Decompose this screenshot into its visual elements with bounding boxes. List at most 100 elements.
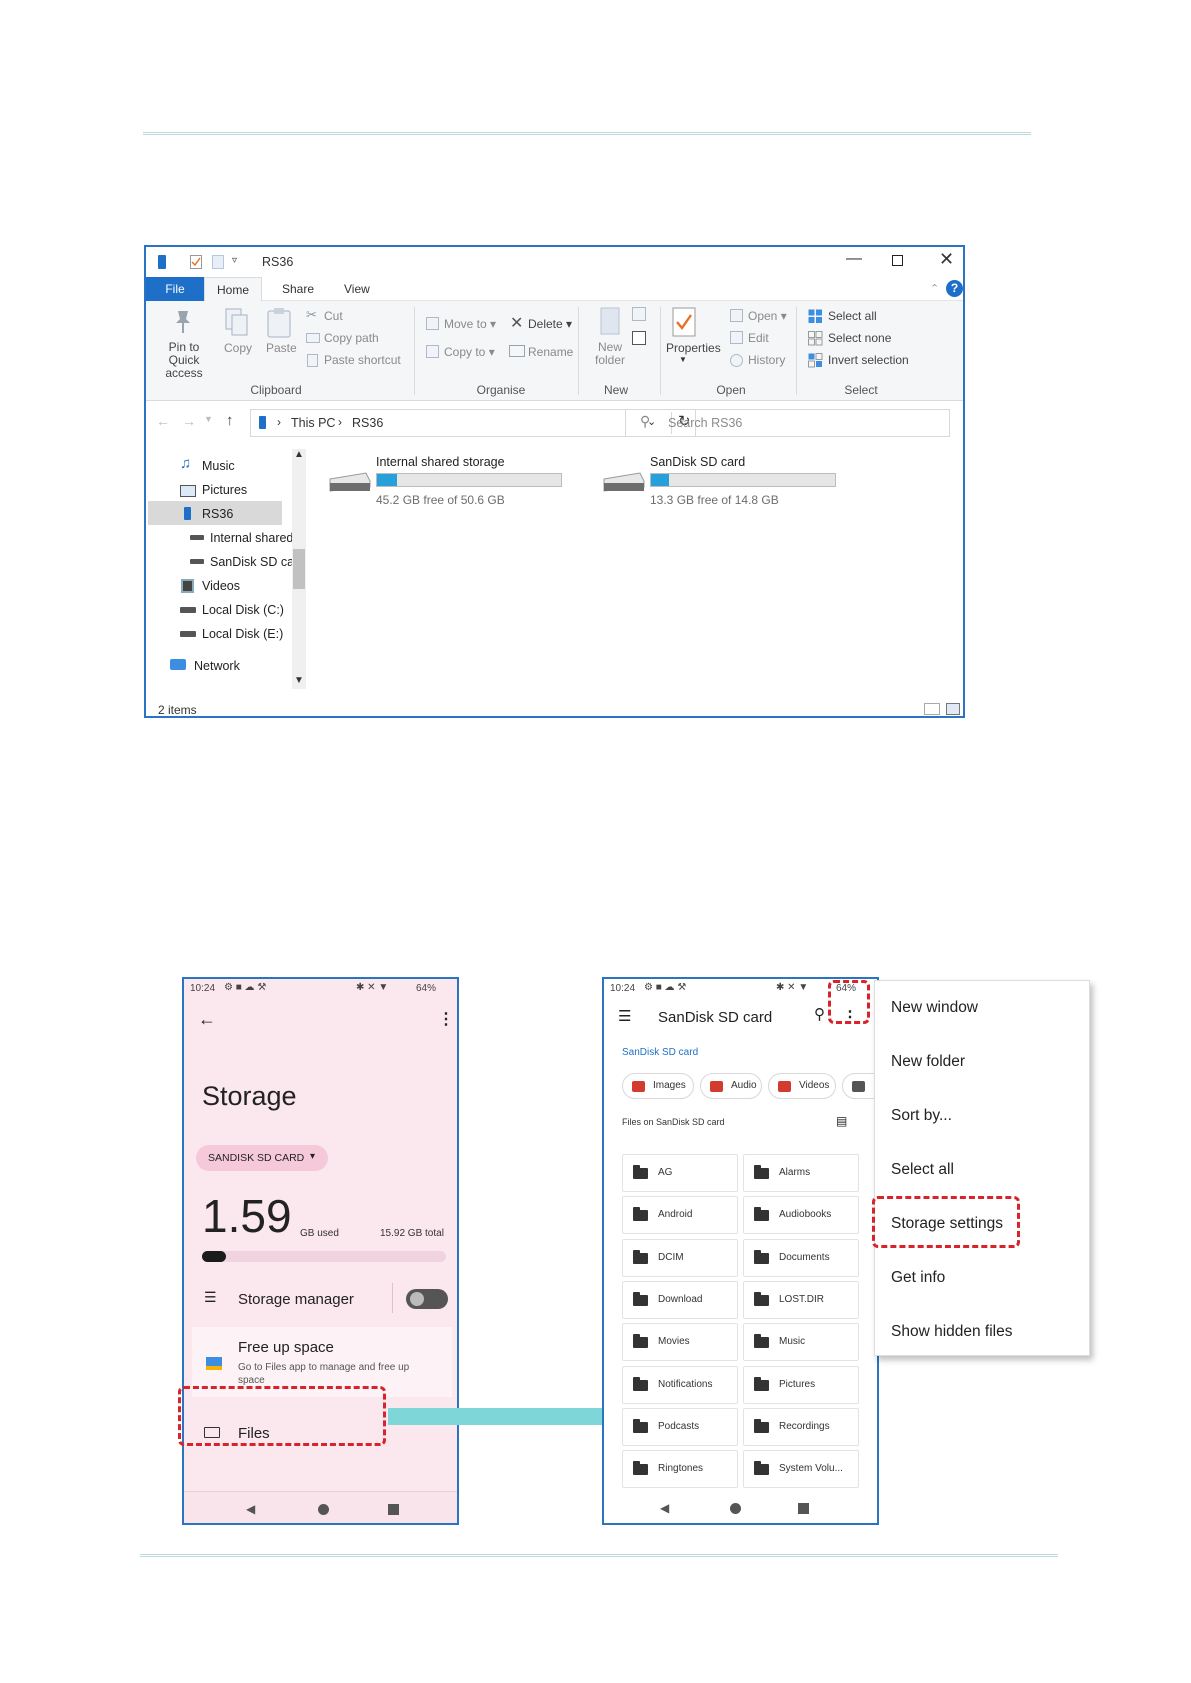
properties-quick-icon[interactable] — [190, 255, 202, 269]
breadcrumb-rs36[interactable]: RS36 — [352, 416, 383, 430]
nav-item-pictures[interactable]: Pictures — [202, 483, 247, 497]
minimize-button[interactable]: — — [846, 250, 862, 268]
storage-manager-toggle[interactable] — [406, 1289, 448, 1309]
folder-item[interactable]: Android — [622, 1196, 738, 1235]
hamburger-menu-icon[interactable]: ☰ — [618, 1007, 631, 1025]
properties-dropdown-icon[interactable]: ▼ — [679, 355, 687, 364]
nav-item-rs36[interactable]: RS36 — [202, 507, 233, 521]
large-icons-view-icon[interactable] — [946, 703, 960, 715]
local-disk-icon — [180, 631, 196, 637]
folder-item[interactable]: LOST.DIR — [743, 1280, 859, 1319]
scroll-thumb[interactable] — [293, 549, 305, 589]
new-folder-button[interactable]: New folder — [590, 341, 630, 367]
select-all-button[interactable]: Select all — [828, 309, 877, 323]
breadcrumb-this-pc[interactable]: This PC — [291, 416, 335, 430]
help-icon[interactable]: ? — [946, 280, 963, 297]
up-arrow-icon[interactable]: ↑ — [226, 412, 234, 429]
nav-scrollbar[interactable]: ▲ ▼ — [292, 449, 306, 689]
menu-item-new-folder[interactable]: New folder — [891, 1053, 965, 1071]
chip-videos[interactable]: Videos — [768, 1073, 836, 1099]
nav-home-icon[interactable] — [318, 1504, 329, 1515]
folder-item[interactable]: Alarms — [743, 1154, 859, 1192]
paste-button[interactable]: Paste — [266, 341, 297, 355]
chip-audio[interactable]: Audio — [700, 1073, 762, 1099]
quick-access-dropdown-icon[interactable]: ▿ — [232, 255, 237, 266]
nav-item-music[interactable]: Music — [202, 459, 235, 473]
nav-home-icon[interactable] — [730, 1503, 741, 1514]
copy-path-button[interactable]: Copy path — [324, 331, 379, 345]
storage-selector-chip[interactable]: SANDISK SD CARD ▾ — [196, 1145, 328, 1171]
group-label-open: Open — [716, 383, 746, 397]
search-icon[interactable]: ⚲ — [814, 1005, 825, 1023]
properties-button[interactable]: Properties — [666, 341, 721, 355]
maximize-button[interactable] — [892, 255, 903, 266]
overflow-menu-icon[interactable]: ⋮ — [438, 1009, 454, 1029]
folder-item[interactable]: Movies — [622, 1323, 738, 1362]
folder-item[interactable]: DCIM — [622, 1238, 738, 1277]
menu-item-new-window[interactable]: New window — [891, 999, 978, 1017]
history-button[interactable]: History — [748, 353, 785, 367]
invert-selection-button[interactable]: Invert selection — [828, 353, 909, 367]
nav-back-icon[interactable]: ◀ — [660, 1501, 669, 1515]
folder-item[interactable]: Documents — [743, 1238, 859, 1277]
folder-item[interactable]: Notifications — [622, 1365, 738, 1404]
list-view-icon[interactable]: ▤ — [836, 1114, 847, 1128]
details-view-icon[interactable] — [924, 703, 940, 715]
back-arrow-icon[interactable]: ← — [198, 1009, 216, 1030]
nav-back-icon[interactable]: ◀ — [246, 1502, 255, 1516]
folder-item[interactable]: Audiobooks — [743, 1196, 859, 1235]
recent-locations-icon[interactable]: ▼ — [204, 414, 213, 424]
menu-item-show-hidden-files[interactable]: Show hidden files — [891, 1323, 1013, 1341]
copy-to-button[interactable]: Copy to ▾ — [444, 345, 495, 359]
search-box[interactable]: ⚲ Search RS36 — [625, 409, 950, 437]
folder-item[interactable]: Ringtones — [622, 1450, 738, 1489]
folder-item[interactable]: Podcasts — [622, 1407, 738, 1446]
folder-item[interactable]: Music — [743, 1323, 859, 1362]
forward-arrow-icon[interactable]: → — [182, 413, 196, 429]
open-button[interactable]: Open ▾ — [748, 309, 787, 323]
nav-item-internal-shared[interactable]: Internal shared — [210, 531, 293, 545]
scroll-down-icon[interactable]: ▼ — [294, 675, 304, 686]
easy-access-icon[interactable] — [632, 331, 646, 345]
drive-tile-internal[interactable]: Internal shared storage 45.2 GB free of … — [326, 453, 596, 513]
nav-item-sandisk[interactable]: SanDisk SD car — [210, 555, 298, 569]
tab-home[interactable]: Home — [204, 277, 263, 301]
nav-item-local-disk-c[interactable]: Local Disk (C:) — [202, 603, 284, 617]
tab-file[interactable]: File — [146, 277, 204, 301]
folder-item[interactable]: Download — [622, 1280, 738, 1319]
scroll-up-icon[interactable]: ▲ — [294, 449, 304, 460]
select-none-button[interactable]: Select none — [828, 331, 891, 345]
chip-images[interactable]: Images — [622, 1073, 694, 1099]
delete-button[interactable]: Delete ▾ — [528, 317, 572, 331]
drive-tile-sandisk[interactable]: SanDisk SD card 13.3 GB free of 14.8 GB — [600, 453, 870, 513]
tab-share[interactable]: Share — [270, 277, 326, 301]
paste-shortcut-button[interactable]: Paste shortcut — [324, 353, 401, 367]
back-arrow-icon[interactable]: ← — [156, 413, 170, 429]
move-to-button[interactable]: Move to ▾ — [444, 317, 496, 331]
close-button[interactable]: ✕ — [939, 249, 954, 270]
copy-button[interactable]: Copy — [224, 341, 252, 355]
folder-item[interactable]: Pictures — [743, 1365, 859, 1404]
nav-recents-icon[interactable] — [388, 1504, 399, 1515]
folder-item[interactable]: AG — [622, 1154, 738, 1192]
pin-to-quick-access-button[interactable]: Pin to Quick access — [152, 341, 216, 380]
menu-item-get-info[interactable]: Get info — [891, 1269, 945, 1287]
cut-button[interactable]: Cut — [324, 309, 343, 323]
folder-item[interactable]: Recordings — [743, 1407, 859, 1446]
tab-view[interactable]: View — [332, 277, 382, 301]
new-folder-quick-icon[interactable] — [212, 255, 224, 269]
folder-item[interactable]: System Volu... — [743, 1450, 859, 1489]
nav-item-network[interactable]: Network — [194, 659, 240, 673]
new-item-icon[interactable] — [632, 307, 646, 321]
location-breadcrumb[interactable]: SanDisk SD card — [622, 1047, 698, 1058]
menu-item-select-all[interactable]: Select all — [891, 1161, 954, 1179]
folder-name: Pictures — [779, 1378, 816, 1390]
nav-recents-icon[interactable] — [798, 1503, 809, 1514]
nav-item-videos[interactable]: Videos — [202, 579, 240, 593]
nav-item-local-disk-e[interactable]: Local Disk (E:) — [202, 627, 283, 641]
collapse-ribbon-icon[interactable]: ⌃ — [930, 282, 939, 295]
edit-button[interactable]: Edit — [748, 331, 769, 345]
menu-item-sort-by[interactable]: Sort by... — [891, 1107, 952, 1125]
used-storage-unit: GB used — [300, 1228, 339, 1239]
rename-button[interactable]: Rename — [528, 345, 573, 359]
